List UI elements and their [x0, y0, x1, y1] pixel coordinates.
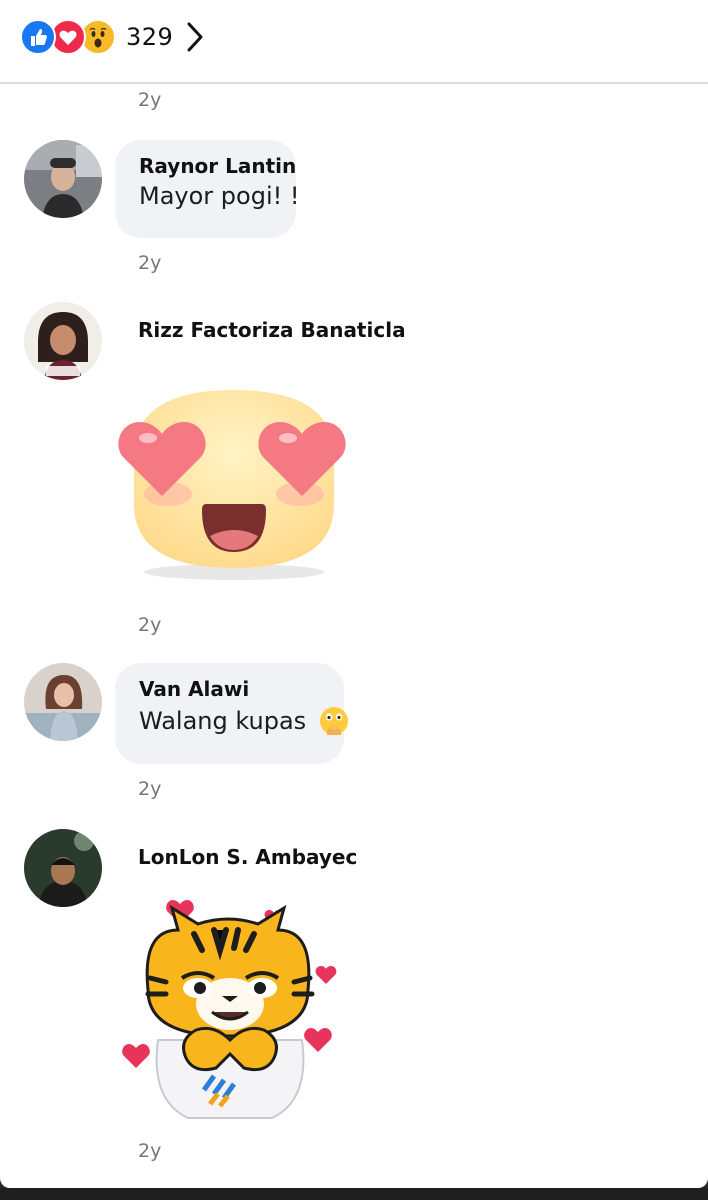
tiger-heart-hands-sticker	[122, 900, 337, 1119]
avatar[interactable]	[24, 829, 102, 907]
comment-text: Walang kupas	[139, 707, 307, 735]
comment-text: Mayor pogi! !	[139, 182, 300, 210]
chevron-right-icon[interactable]	[182, 20, 208, 54]
like-icon	[20, 19, 56, 55]
commenter-name[interactable]: LonLon S. Ambayec	[138, 845, 357, 869]
commenter-name[interactable]: Raynor Lantin	[139, 154, 296, 178]
comment-timestamp[interactable]: 2y	[138, 614, 161, 636]
heart-eyes-emoji-sticker	[118, 390, 346, 580]
reaction-summary[interactable]: 329	[20, 19, 174, 55]
avatar[interactable]	[24, 140, 102, 218]
comments-sheet: 329 2y Raynor Lantin Mayor pogi! ! 2y Ri…	[0, 0, 708, 1188]
comment-timestamp[interactable]: 2y	[138, 89, 161, 111]
commenter-name[interactable]: Van Alawi	[139, 677, 320, 701]
bottom-edge	[0, 1188, 708, 1200]
reactions-header: 329	[0, 0, 708, 84]
comment-timestamp[interactable]: 2y	[138, 778, 161, 800]
reaction-count: 329	[126, 23, 174, 51]
avatar[interactable]	[24, 663, 102, 741]
commenter-name[interactable]: Rizz Factoriza Banaticla	[138, 318, 406, 342]
avatar[interactable]	[24, 302, 102, 380]
comment-text-row: Walang kupas	[139, 705, 348, 737]
comment-timestamp[interactable]: 2y	[138, 252, 161, 274]
comment-bubble[interactable]: Raynor Lantin Mayor pogi! !	[115, 140, 300, 238]
comment-bubble[interactable]: Van Alawi Walang kupas	[115, 663, 348, 764]
comment-timestamp[interactable]: 2y	[138, 1140, 161, 1162]
face-with-open-eyes-and-hand-over-mouth-icon	[319, 707, 348, 735]
